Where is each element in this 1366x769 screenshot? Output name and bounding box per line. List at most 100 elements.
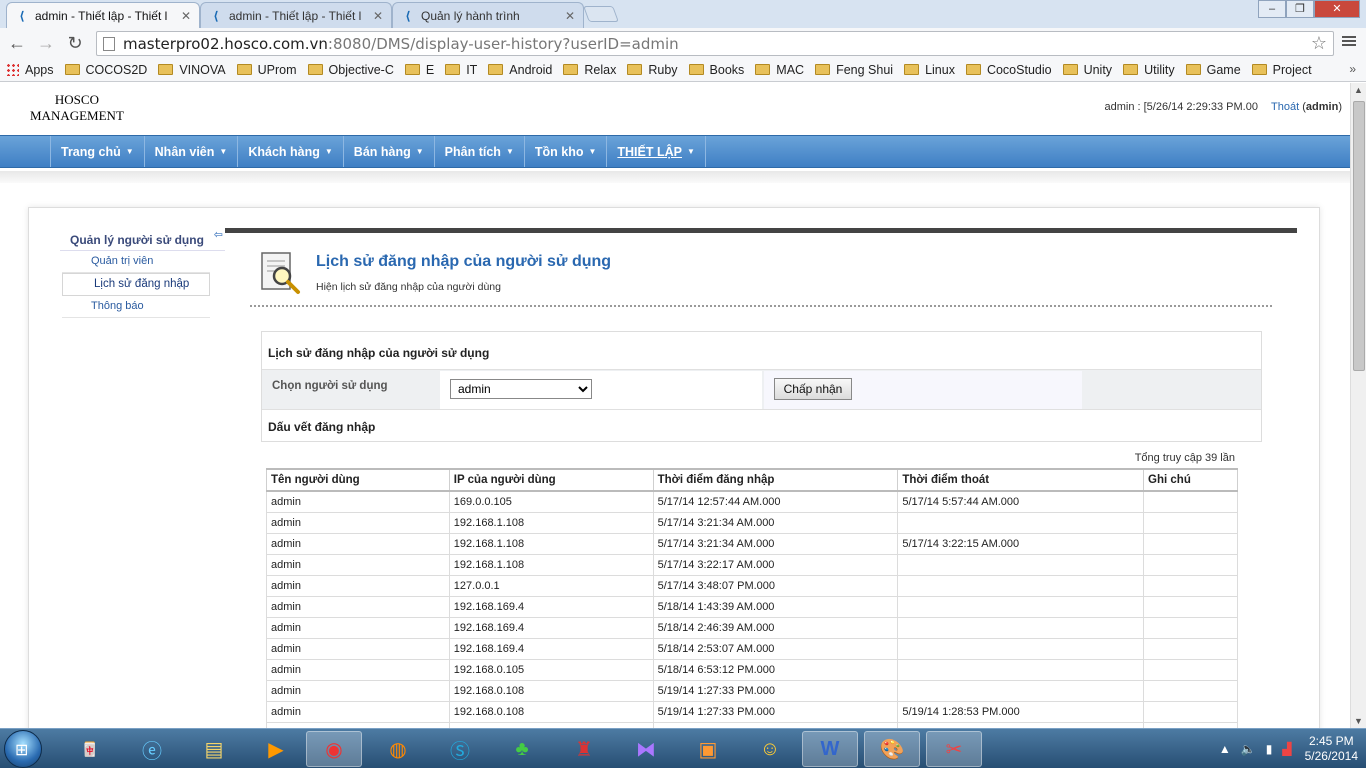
folder-icon: [236, 64, 252, 75]
taskbar-app-explorer[interactable]: ▤: [186, 731, 242, 767]
bookmark-folder[interactable]: VINOVA: [158, 63, 226, 77]
taskbar-app-media[interactable]: ▶: [248, 731, 304, 767]
bookmark-label: E: [425, 62, 435, 77]
sidebar-item-login-history[interactable]: Lịch sử đăng nhập: [62, 273, 210, 296]
taskbar-app-bag[interactable]: ♜: [556, 731, 612, 767]
bookmark-folder[interactable]: Game: [1185, 63, 1241, 77]
accept-button[interactable]: Chấp nhận: [774, 378, 852, 400]
new-tab-button[interactable]: [583, 6, 619, 22]
collapse-arrow-icon[interactable]: ⇦: [214, 228, 223, 241]
tab-close-icon[interactable]: ✕: [373, 9, 383, 23]
user-select[interactable]: admin: [450, 379, 592, 399]
scrollbar-thumb[interactable]: [1353, 101, 1365, 371]
bookmark-folder[interactable]: CocoStudio: [965, 63, 1052, 77]
bookmarks-overflow-button[interactable]: »: [1349, 62, 1356, 76]
chevron-down-icon: ▼: [324, 147, 333, 156]
tab-label: admin - Thiết lập - Thiết l: [229, 8, 362, 23]
bookmark-label: Books: [709, 62, 745, 77]
nav-item-home[interactable]: Trang chủ ▼: [51, 136, 145, 167]
bookmark-folder[interactable]: Unity: [1062, 63, 1112, 77]
tab-close-icon[interactable]: ✕: [565, 9, 575, 23]
table-cell: admin: [266, 511, 450, 534]
nav-item-staff[interactable]: Nhân viên ▼: [145, 136, 239, 167]
sidebar-title-text: Quản lý người sử dụng: [70, 233, 204, 247]
media-player-icon: ▶: [268, 738, 284, 761]
taskbar-app-word[interactable]: W: [802, 731, 858, 767]
start-button[interactable]: ⊞: [4, 730, 42, 768]
bookmark-folder[interactable]: Books: [688, 62, 745, 77]
taskbar-app-chat[interactable]: ☺: [742, 731, 798, 767]
folder-icon: [965, 64, 981, 75]
bookmark-folder[interactable]: Relax: [563, 63, 616, 77]
taskbar-clock[interactable]: 2:45 PM 5/26/2014: [1305, 734, 1358, 764]
nav-item-sales[interactable]: Bán hàng ▼: [344, 136, 435, 167]
table-cell: admin: [266, 574, 450, 597]
bookmark-folder[interactable]: COCOS2D: [64, 63, 147, 77]
close-window-button[interactable]: ✕: [1314, 0, 1360, 18]
bookmark-label: Android: [509, 62, 553, 77]
folder-icon: [445, 64, 461, 75]
bookmark-label: IT: [466, 62, 478, 77]
taskbar-app-skype[interactable]: Ⓢ: [432, 731, 488, 767]
back-button[interactable]: ←: [6, 32, 28, 54]
sidebar-item-admins[interactable]: Quản trị viên: [62, 251, 210, 273]
bookmark-star-icon[interactable]: ☆: [1311, 33, 1327, 54]
scroll-up-icon[interactable]: ▲: [1354, 85, 1363, 95]
login-history-table: Tên người dùng IP của người dùng Thời đi…: [266, 468, 1238, 728]
taskbar-app-unikey[interactable]: 🀄: [62, 731, 118, 767]
address-bar[interactable]: masterpro02.hosco.com.vn:8080/DMS/displa…: [96, 31, 1334, 56]
browser-tab-0[interactable]: ⟨ admin - Thiết lập - Thiết l ✕: [6, 2, 200, 28]
bookmark-folder[interactable]: E: [404, 62, 435, 77]
browser-tab-1[interactable]: ⟨ admin - Thiết lập - Thiết l ✕: [200, 2, 392, 28]
sidebar-item-notifications[interactable]: Thông báo: [62, 296, 210, 318]
tray-overflow-icon[interactable]: ▲: [1219, 742, 1231, 756]
volume-icon[interactable]: 🔈: [1241, 742, 1256, 756]
tab-close-icon[interactable]: ✕: [181, 9, 191, 23]
bookmark-folder[interactable]: MAC: [755, 63, 804, 77]
nav-item-settings[interactable]: THIẾT LẬP ▼: [607, 136, 706, 167]
bookmark-label: Utility: [1144, 62, 1175, 77]
logout-link[interactable]: Thoát: [1271, 101, 1299, 113]
scroll-down-icon[interactable]: ▼: [1354, 716, 1363, 726]
browser-toolbar: ← → ↻ masterpro02.hosco.com.vn:8080/DMS/…: [0, 28, 1366, 58]
table-row: admin 192.168.0.108 5/19/14 1:27:33 PM.000: [266, 679, 1238, 702]
taskbar-app-sublime[interactable]: ▣: [680, 731, 736, 767]
dotted-divider: [250, 305, 1272, 307]
taskbar-app-firefox[interactable]: ◍: [370, 731, 426, 767]
site-logo[interactable]: HOSCO MANAGEMENT: [30, 92, 124, 124]
bookmark-folder[interactable]: Feng Shui: [815, 63, 893, 77]
chevron-down-icon: ▼: [505, 147, 514, 156]
taskbar-app-snipping[interactable]: ✂: [926, 731, 982, 767]
network-icon[interactable]: ▮: [1266, 742, 1273, 756]
chrome-menu-icon[interactable]: [1342, 34, 1356, 48]
table-cell: [1143, 658, 1238, 681]
taskbar-app-ie[interactable]: ⓔ: [124, 731, 180, 767]
signal-icon[interactable]: ▟: [1282, 742, 1291, 756]
bookmark-folder[interactable]: Project: [1251, 63, 1312, 77]
table-cell: 5/19/14 1:27:33 PM.000: [652, 700, 899, 723]
forward-button[interactable]: →: [35, 32, 57, 54]
taskbar-app-visualstudio[interactable]: ⧓: [618, 731, 674, 767]
reload-button[interactable]: ↻: [64, 32, 86, 54]
column-header: IP của người dùng: [448, 468, 654, 492]
taskbar-app-chrome[interactable]: ◉: [306, 731, 362, 767]
taskbar-app-clover[interactable]: ♣: [494, 731, 550, 767]
bookmark-folder[interactable]: IT: [445, 63, 477, 77]
bookmark-folder[interactable]: UProm: [236, 63, 297, 77]
nav-item-inventory[interactable]: Tồn kho ▼: [525, 136, 608, 167]
taskbar-app-paint[interactable]: 🎨: [864, 731, 920, 767]
table-cell: [897, 511, 1145, 534]
bookmark-folder[interactable]: Objective-C: [307, 63, 394, 77]
bookmark-folder[interactable]: Android: [488, 63, 552, 77]
bookmark-folder[interactable]: Ruby: [627, 63, 678, 77]
restore-button[interactable]: ❐: [1286, 0, 1314, 18]
bookmark-folder[interactable]: Utility: [1123, 63, 1175, 77]
nav-item-analysis[interactable]: Phân tích ▼: [435, 136, 525, 167]
bookmark-apps[interactable]: Apps: [6, 63, 54, 77]
nav-item-customers[interactable]: Khách hàng ▼: [238, 136, 344, 167]
page-scrollbar[interactable]: ▲ ▼: [1350, 83, 1366, 728]
bookmark-folder[interactable]: Linux: [904, 63, 955, 77]
minimize-button[interactable]: ‒: [1258, 0, 1286, 18]
browser-tab-2[interactable]: ⟨ Quản lý hành trình ✕: [392, 2, 584, 28]
table-cell: 5/18/14 6:53:12 PM.000: [652, 658, 899, 681]
